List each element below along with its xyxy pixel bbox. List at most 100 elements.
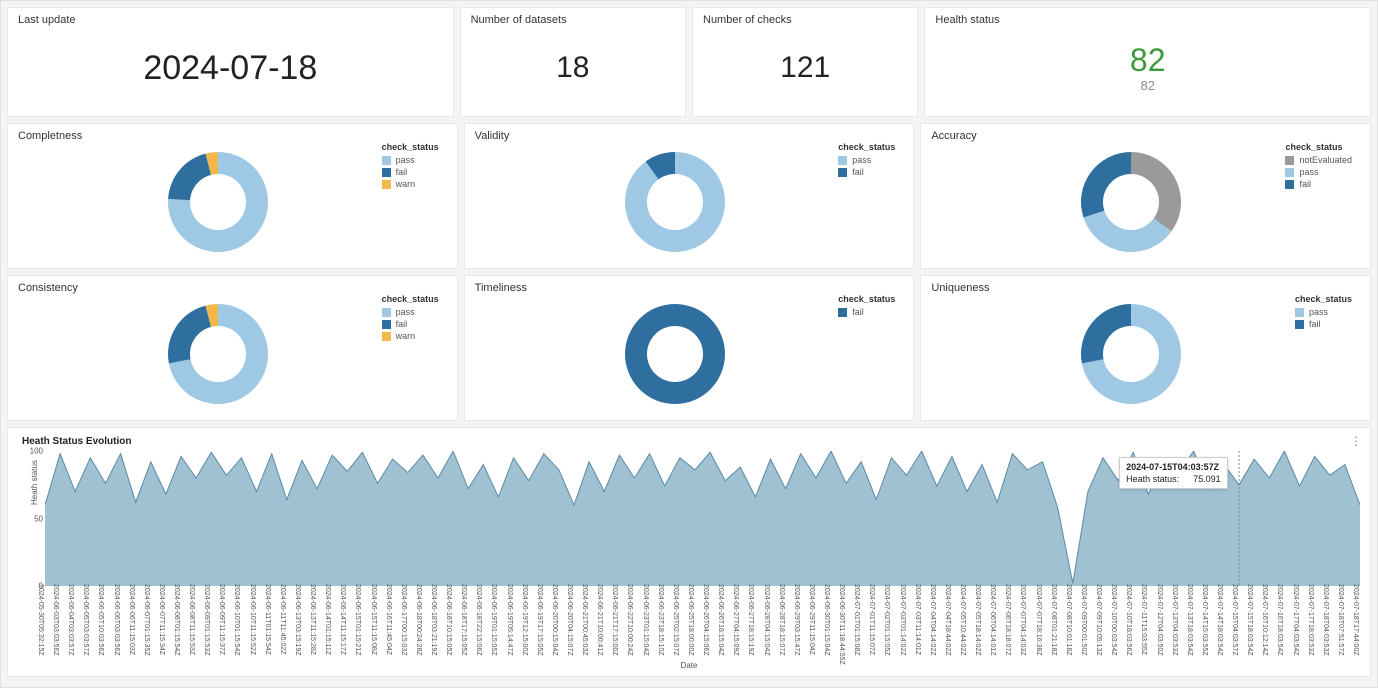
- x-tick: 2024-07-03T01:14:02Z: [899, 584, 906, 656]
- legend-item-warn[interactable]: warn: [382, 179, 439, 189]
- completeness-donut[interactable]: [168, 152, 268, 252]
- x-tick: 2024-06-20T04:15:07Z: [566, 584, 573, 656]
- x-tick: 2024-06-18T00:24:28Z: [415, 584, 422, 656]
- evolution-ylabel: Heath status: [30, 460, 39, 505]
- accuracy-donut[interactable]: [1081, 152, 1181, 252]
- x-tick: 2024-07-04T18:44:02Z: [944, 584, 951, 656]
- x-tick: 2024-06-27T18:15:19Z: [747, 584, 754, 656]
- x-tick: 2024-07-16T18:03:54Z: [1276, 584, 1283, 656]
- x-tick: 2024-06-28T04:15:04Z: [763, 584, 770, 656]
- legend-title: check_status: [838, 294, 895, 304]
- x-tick: 2024-06-15T01:15:21Z: [354, 584, 361, 656]
- x-tick: 2024-07-09T00:01:50Z: [1080, 584, 1087, 656]
- x-tick: 2024-07-02T01:15:05Z: [883, 584, 890, 656]
- x-tick: 2024-07-14T18:03:54Z: [1216, 584, 1223, 656]
- accuracy-legend: check_statusnotEvaluatedpassfail: [1285, 142, 1352, 191]
- evolution-x-axis: Date 2024-05-30T05:32:15Z2024-06-03T03:0…: [18, 582, 1360, 670]
- x-tick: 2024-06-03T03:03:56Z: [52, 584, 59, 656]
- checks-label: Number of checks: [703, 14, 907, 26]
- timeliness-donut[interactable]: [625, 304, 725, 404]
- legend-item-pass[interactable]: pass: [382, 307, 439, 317]
- x-tick: 2024-06-30T01:15:04Z: [823, 584, 830, 656]
- card-evolution: ⋮ Heath Status Evolution Heath status 05…: [7, 427, 1371, 677]
- uniqueness-donut[interactable]: [1081, 304, 1181, 404]
- legend-item-label: warn: [396, 179, 416, 189]
- evolution-row: ⋮ Heath Status Evolution Heath status 05…: [7, 427, 1371, 677]
- x-tick: 2024-07-07T18:16:38Z: [1035, 584, 1042, 656]
- x-tick: 2024-06-19T01:15:05Z: [490, 584, 497, 656]
- x-tick: 2024-07-05T10:44:02Z: [959, 584, 966, 656]
- timeliness-title: Timeliness: [475, 282, 904, 294]
- legend-item-fail[interactable]: fail: [1285, 179, 1352, 189]
- legend-item-pass[interactable]: pass: [382, 155, 439, 165]
- x-tick: 2024-06-17T00:15:03Z: [400, 584, 407, 656]
- legend-item-fail[interactable]: fail: [382, 319, 439, 329]
- x-tick: 2024-06-18T17:15:05Z: [460, 584, 467, 656]
- x-tick: 2024-07-06T04:14:01Z: [989, 584, 996, 656]
- completeness-title: Completness: [18, 130, 447, 142]
- x-tick: 2024-07-03T11:14:01Z: [914, 584, 921, 655]
- x-tick: 2024-06-23T01:15:04Z: [642, 584, 649, 656]
- legend-item-pass[interactable]: pass: [1285, 167, 1352, 177]
- legend-item-pass[interactable]: pass: [1295, 307, 1352, 317]
- legend-item-label: pass: [1309, 307, 1328, 317]
- card-accuracy: Accuracy check_statusnotEvaluatedpassfai…: [920, 123, 1371, 269]
- x-tick: 2024-07-10T18:03:56Z: [1125, 584, 1132, 656]
- card-validity: Validity check_statuspassfail: [464, 123, 915, 269]
- x-tick: 2024-06-10T11:15:52Z: [249, 584, 256, 655]
- card-datasets: Number of datasets 18: [460, 7, 686, 117]
- card-last-update: Last update 2024-07-18: [7, 7, 454, 117]
- x-tick: 2024-07-06T18:18:07Z: [1004, 584, 1011, 656]
- x-tick: 2024-06-21T00:45:03Z: [581, 584, 588, 656]
- x-tick: 2024-06-19T05:14:47Z: [506, 584, 513, 656]
- x-tick: 2024-06-11T11:45:02Z: [279, 584, 286, 655]
- top-row: Last update 2024-07-18 Number of dataset…: [7, 7, 1371, 117]
- health-label: Health status: [935, 14, 1360, 26]
- x-tick: 2024-06-05T03:03:57Z: [82, 584, 89, 656]
- x-tick: 2024-07-10T00:03:54Z: [1110, 584, 1117, 656]
- legend-item-fail[interactable]: fail: [382, 167, 439, 177]
- legend-item-label: fail: [1309, 319, 1321, 329]
- health-value: 82: [1130, 44, 1166, 76]
- x-tick: 2024-07-09T10:05:13Z: [1095, 584, 1102, 656]
- legend-item-fail[interactable]: fail: [838, 307, 895, 317]
- validity-donut[interactable]: [625, 152, 725, 252]
- kebab-menu-icon[interactable]: ⋮: [1350, 434, 1362, 448]
- consistency-donut[interactable]: [168, 304, 268, 404]
- uniqueness-legend: check_statuspassfail: [1295, 294, 1352, 331]
- last-update-value: 2024-07-18: [143, 49, 317, 88]
- legend-item-label: fail: [852, 167, 864, 177]
- x-tick: 2024-06-25T18:00:00Z: [687, 584, 694, 656]
- legend-item-label: warn: [396, 331, 416, 341]
- x-tick: 2024-07-13T18:03:54Z: [1186, 584, 1193, 656]
- x-tick: 2024-07-01T11:15:07Z: [868, 584, 875, 655]
- x-tick: 2024-07-15T18:03:54Z: [1246, 584, 1253, 656]
- card-completeness: Completness check_statuspassfailwarn: [7, 123, 458, 269]
- x-tick: 2024-06-07T11:15:34Z: [158, 584, 165, 655]
- legend-item-label: notEvaluated: [1299, 155, 1352, 165]
- legend-item-fail[interactable]: fail: [1295, 319, 1352, 329]
- x-tick: 2024-06-29T11:15:04Z: [808, 584, 815, 655]
- x-tick: 2024-06-11T01:15:54Z: [264, 584, 271, 655]
- x-tick: 2024-07-05T18:14:02Z: [974, 584, 981, 656]
- x-tick: 2024-05-30T05:32:15Z: [37, 584, 44, 656]
- x-tick: 2024-07-08T01:21:18Z: [1050, 584, 1057, 656]
- dashboard: Last update 2024-07-18 Number of dataset…: [0, 0, 1378, 688]
- legend-title: check_status: [382, 294, 439, 304]
- x-tick: 2024-06-20T00:15:04Z: [551, 584, 558, 656]
- x-tick: 2024-06-21T10:00:41Z: [596, 584, 603, 656]
- x-tick: 2024-06-19T12:15:00Z: [521, 584, 528, 656]
- legend-item-warn[interactable]: warn: [382, 331, 439, 341]
- x-tick: 2024-06-06T03:03:56Z: [113, 584, 120, 656]
- uniqueness-title: Uniqueness: [931, 282, 1360, 294]
- legend-item-pass[interactable]: pass: [838, 155, 895, 165]
- checks-value: 121: [780, 51, 830, 85]
- consistency-legend: check_statuspass fail warn: [382, 294, 439, 343]
- legend-item-fail[interactable]: fail: [838, 167, 895, 177]
- card-consistency: Consistency check_statuspassfailwarn: [7, 275, 458, 421]
- x-tick: 2024-07-15T04:03:57Z: [1231, 584, 1238, 656]
- x-tick: 2024-06-14T01:15:11Z: [324, 584, 331, 655]
- datasets-value: 18: [556, 51, 589, 85]
- legend-item-notEvaluated[interactable]: notEvaluated: [1285, 155, 1352, 165]
- x-tick: 2024-07-16T10:12:14Z: [1261, 584, 1268, 656]
